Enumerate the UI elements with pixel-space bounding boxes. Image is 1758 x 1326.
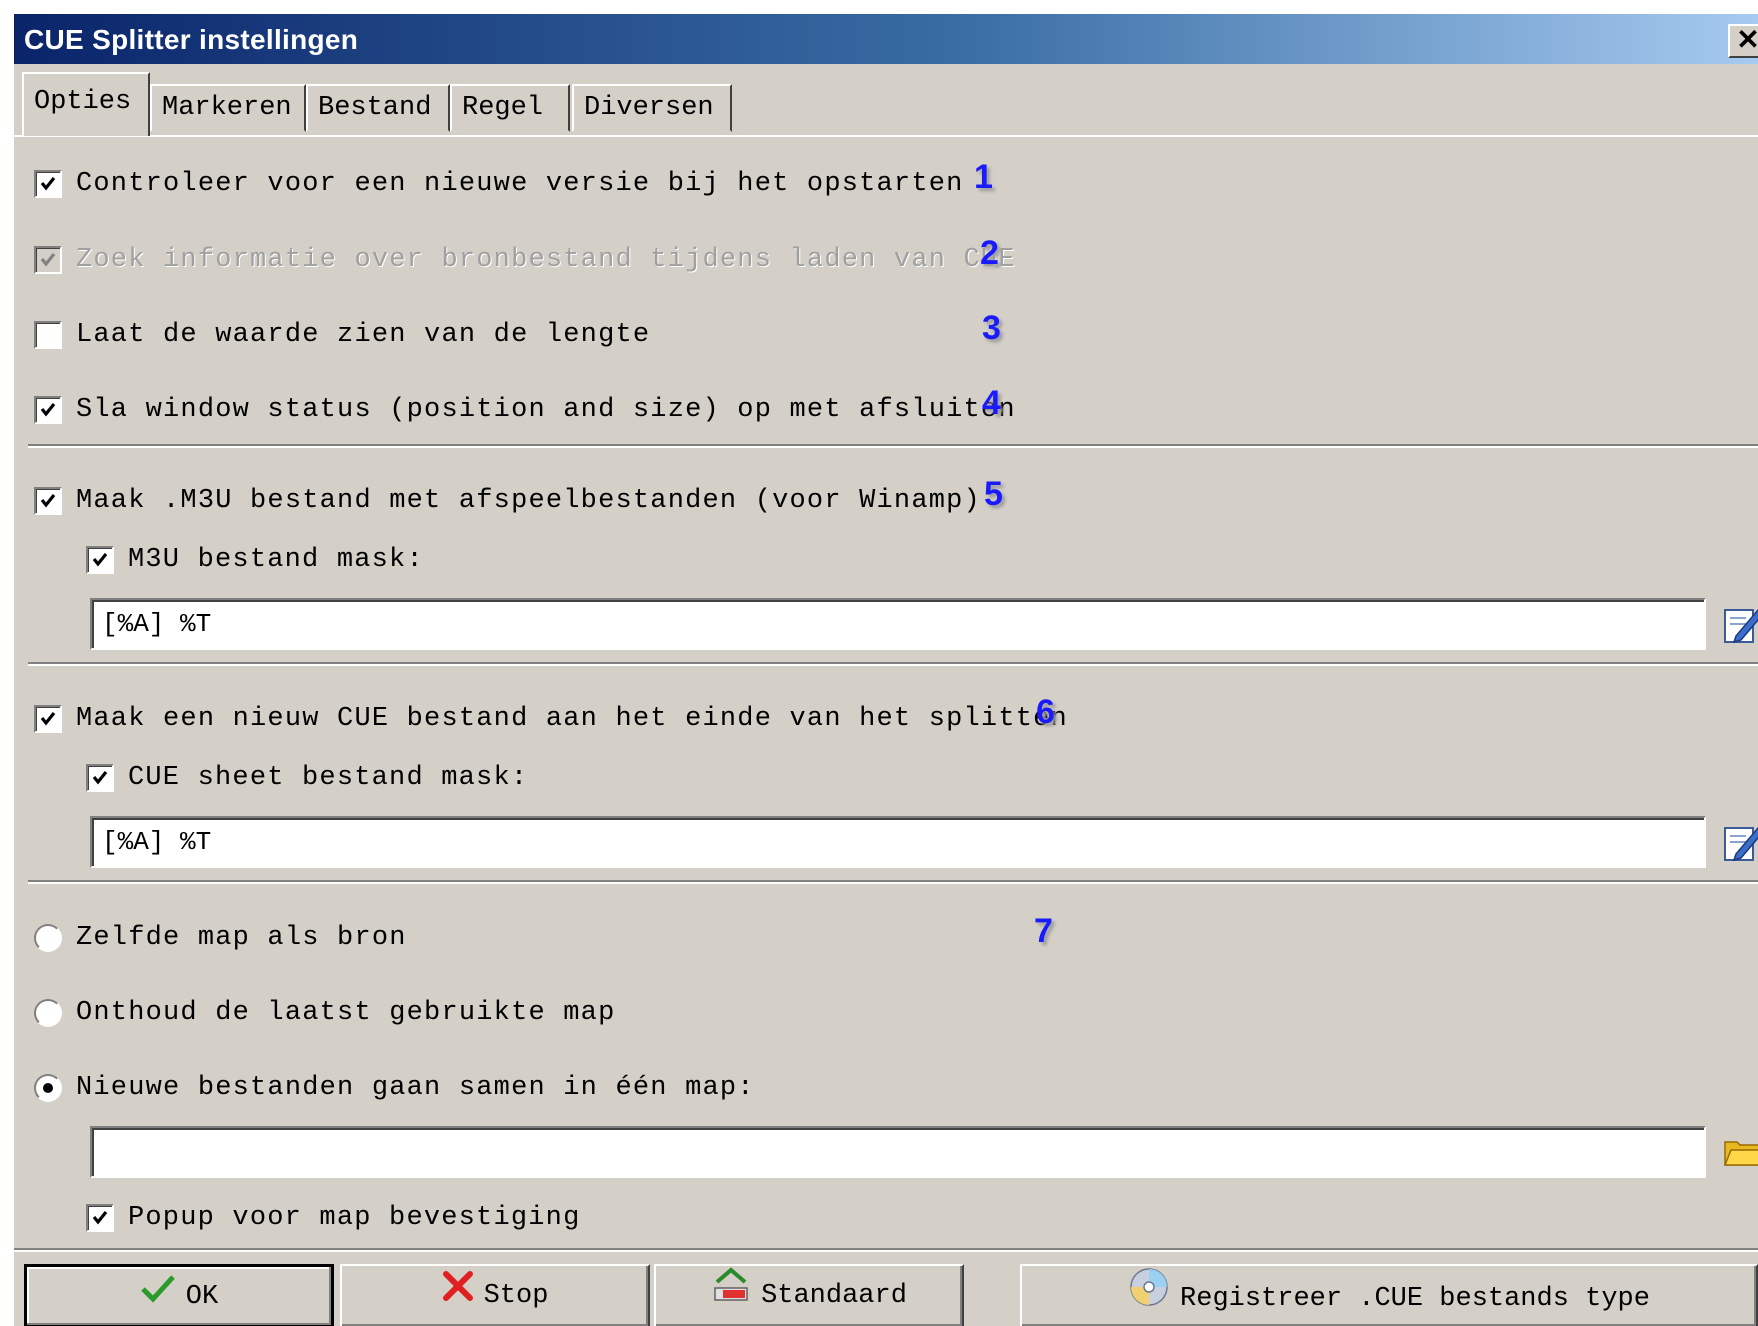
same-folder-label: Zelfde map als bron xyxy=(76,923,407,953)
button-bar: OK Stop Standaard Registreer .CUE bestan… xyxy=(14,1252,1758,1326)
tab-label: Markeren xyxy=(162,93,292,123)
marker-1: 1 xyxy=(974,158,993,196)
popup-confirm-label: Popup voor map bevestiging xyxy=(128,1203,581,1233)
remember-folder-row[interactable]: Onthoud de laatst gebruikte map xyxy=(34,993,834,1033)
tab-diversen[interactable]: Diversen xyxy=(572,84,732,132)
same-folder-row[interactable]: Zelfde map als bron 7 xyxy=(34,912,1134,958)
marker-5: 5 xyxy=(984,475,1003,513)
tab-opties[interactable]: Opties xyxy=(22,72,150,136)
tab-label: Diversen xyxy=(584,93,714,123)
m3u-mask-checkbox[interactable] xyxy=(86,546,114,574)
create-m3u-label: Maak .M3U bestand met afspeelbestanden (… xyxy=(76,486,981,516)
separator xyxy=(28,880,1758,884)
stop-label: Stop xyxy=(483,1281,549,1311)
cue-mask-label: CUE sheet bestand mask: xyxy=(128,763,529,793)
cd-icon xyxy=(1128,1266,1170,1326)
save-window-checkbox[interactable] xyxy=(34,396,62,424)
close-button[interactable]: ✕ xyxy=(1728,24,1758,58)
remember-folder-radio[interactable] xyxy=(34,999,62,1027)
close-icon: ✕ xyxy=(1736,24,1758,55)
show-length-checkbox[interactable] xyxy=(34,321,62,349)
check-update-checkbox[interactable] xyxy=(34,170,62,198)
folder-icon[interactable] xyxy=(1722,1130,1758,1174)
reset-icon xyxy=(711,1266,751,1326)
save-window-row[interactable]: Sla window status (position and size) op… xyxy=(34,384,1134,430)
title-bar[interactable]: CUE Splitter instellingen ✕ xyxy=(14,14,1758,64)
cue-mask-checkbox[interactable] xyxy=(86,764,114,792)
tab-label: Bestand xyxy=(318,93,432,123)
check-update-row[interactable]: Controleer voor een nieuwe versie bij he… xyxy=(34,158,1134,204)
tab-divider xyxy=(14,135,1758,137)
marker-2: 2 xyxy=(980,234,999,272)
stop-button[interactable]: Stop xyxy=(340,1264,650,1326)
marker-4: 4 xyxy=(982,384,1001,422)
default-button[interactable]: Standaard xyxy=(654,1264,964,1326)
checkmark-icon xyxy=(140,1267,176,1326)
create-cue-checkbox[interactable] xyxy=(34,705,62,733)
create-cue-label: Maak een nieuw CUE bestand aan het einde… xyxy=(76,704,1068,734)
tab-bestand[interactable]: Bestand xyxy=(306,84,450,132)
single-folder-row[interactable]: Nieuwe bestanden gaan samen in één map: xyxy=(34,1068,934,1108)
window-title: CUE Splitter instellingen xyxy=(24,24,359,55)
m3u-mask-input[interactable]: [%A] %T xyxy=(90,598,1706,650)
separator xyxy=(28,662,1758,666)
create-m3u-row[interactable]: Maak .M3U bestand met afspeelbestanden (… xyxy=(34,475,1134,521)
create-cue-row[interactable]: Maak een nieuw CUE bestand aan het einde… xyxy=(34,693,1234,739)
cue-mask-input[interactable]: [%A] %T xyxy=(90,816,1706,868)
popup-confirm-checkbox[interactable] xyxy=(86,1204,114,1232)
separator xyxy=(28,444,1758,448)
search-info-row: Zoek informatie over bronbestand tijdens… xyxy=(34,234,1134,280)
tab-label: Regel xyxy=(462,93,544,123)
tab-label: Opties xyxy=(34,87,132,117)
edit-pencil-icon[interactable] xyxy=(1722,602,1758,646)
tab-strip: Opties Markeren Bestand Regel Diversen xyxy=(14,70,1758,136)
single-folder-radio[interactable] xyxy=(34,1074,62,1102)
edit-pencil-icon[interactable] xyxy=(1722,820,1758,864)
settings-dialog: CUE Splitter instellingen ✕ Opties Marke… xyxy=(14,14,1758,1326)
same-folder-radio[interactable] xyxy=(34,924,62,952)
tab-markeren[interactable]: Markeren xyxy=(150,84,306,132)
register-button[interactable]: Registreer .CUE bestands type xyxy=(1020,1264,1758,1326)
register-label: Registreer .CUE bestands type xyxy=(1180,1284,1650,1314)
single-folder-label: Nieuwe bestanden gaan samen in één map: xyxy=(76,1073,755,1103)
marker-6: 6 xyxy=(1036,693,1055,731)
m3u-mask-label: M3U bestand mask: xyxy=(128,545,424,575)
cue-mask-row[interactable]: CUE sheet bestand mask: xyxy=(86,758,786,798)
remember-folder-label: Onthoud de laatst gebruikte map xyxy=(76,998,616,1028)
default-label: Standaard xyxy=(761,1281,907,1311)
folder-path-input[interactable] xyxy=(90,1126,1706,1178)
m3u-mask-row[interactable]: M3U bestand mask: xyxy=(86,540,686,580)
popup-confirm-row[interactable]: Popup voor map bevestiging xyxy=(86,1198,786,1238)
tab-regel[interactable]: Regel xyxy=(450,84,570,132)
marker-7: 7 xyxy=(1034,912,1053,950)
check-update-label: Controleer voor een nieuwe versie bij he… xyxy=(76,169,964,199)
cross-icon xyxy=(442,1266,474,1326)
search-info-checkbox xyxy=(34,246,62,274)
marker-3: 3 xyxy=(982,309,1001,347)
create-m3u-checkbox[interactable] xyxy=(34,487,62,515)
search-info-label: Zoek informatie over bronbestand tijdens… xyxy=(76,245,1016,275)
show-length-label: Laat de waarde zien van de lengte xyxy=(76,320,651,350)
ok-label: OK xyxy=(185,1282,219,1312)
save-window-label: Sla window status (position and size) op… xyxy=(76,395,1016,425)
ok-button[interactable]: OK xyxy=(24,1264,334,1326)
show-length-row[interactable]: Laat de waarde zien van de lengte 3 xyxy=(34,309,1134,355)
